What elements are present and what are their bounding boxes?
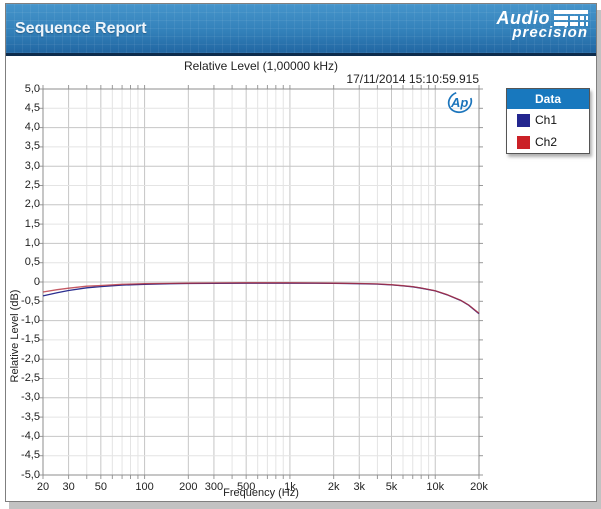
legend-swatch (517, 136, 530, 149)
page-title: Sequence Report (15, 20, 147, 38)
x-tick-label: 20k (459, 481, 499, 493)
y-tick-label: -4,5 (10, 449, 40, 461)
y-tick-label: -3,5 (10, 411, 40, 423)
legend-item-ch1[interactable]: Ch1 (507, 109, 589, 131)
legend-item-ch2[interactable]: Ch2 (507, 131, 589, 153)
y-tick-label: -5,0 (10, 469, 40, 481)
y-tick-label: 5,0 (10, 83, 40, 95)
y-tick-label: 0,5 (10, 256, 40, 268)
chart-panel: Relative Level (1,00000 kHz) 17/11/2014 … (6, 56, 596, 499)
report-header: Sequence Report Audio precision (6, 4, 596, 56)
x-tick-label: 5k (372, 481, 412, 493)
y-tick-label: 1,0 (10, 237, 40, 249)
y-tick-label: 2,0 (10, 198, 40, 210)
y-tick-label: -2,5 (10, 372, 40, 384)
x-tick-label: 500 (226, 481, 266, 493)
x-tick-label: 100 (125, 481, 165, 493)
legend-title: Data (507, 89, 589, 109)
y-tick-label: 0 (10, 276, 40, 288)
series-ch1 (43, 283, 479, 314)
y-tick-label: 2,5 (10, 179, 40, 191)
y-tick-label: 3,5 (10, 140, 40, 152)
x-tick-label: 50 (81, 481, 121, 493)
audio-precision-logo: Audio precision (497, 9, 589, 40)
x-tick-label: 10k (415, 481, 455, 493)
y-tick-label: -1,5 (10, 333, 40, 345)
timestamp: 17/11/2014 15:10:59.915 (43, 72, 479, 86)
legend-label: Ch1 (535, 113, 557, 127)
legend-label: Ch2 (535, 135, 557, 149)
legend-box: Data Ch1 Ch2 (506, 88, 590, 154)
y-tick-label: -0,5 (10, 295, 40, 307)
y-tick-label: 4,0 (10, 121, 40, 133)
report-window: Sequence Report Audio precision Relative… (5, 3, 597, 502)
y-tick-label: -4,0 (10, 430, 40, 442)
legend-swatch (517, 114, 530, 127)
y-tick-label: 4,5 (10, 102, 40, 114)
series-ch2 (43, 283, 479, 314)
ap-circle-icon: Ap (446, 90, 474, 115)
x-tick-label: 1k (270, 481, 310, 493)
chart-title: Relative Level (1,00000 kHz) (43, 59, 479, 73)
y-tick-label: -3,0 (10, 391, 40, 403)
y-tick-label: -2,0 (10, 353, 40, 365)
y-tick-label: -1,0 (10, 314, 40, 326)
svg-text:Ap: Ap (450, 95, 468, 110)
y-tick-label: 3,0 (10, 160, 40, 172)
y-tick-label: 1,5 (10, 218, 40, 230)
